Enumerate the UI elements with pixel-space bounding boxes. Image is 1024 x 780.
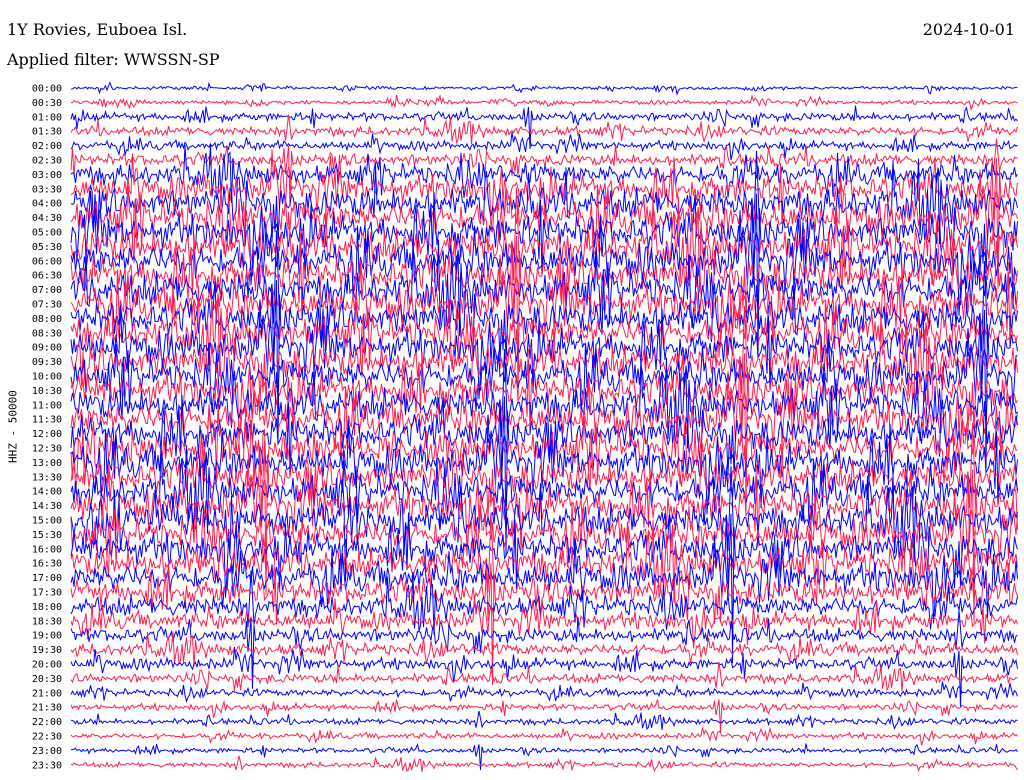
trace-2000 [70,647,1018,707]
row-label: 06:30 [32,271,62,282]
row-label: 15:30 [32,530,62,541]
filter-label: Applied filter: WWSSN-SP [7,50,220,69]
trace-0000 [70,81,1018,97]
row-label: 19:30 [32,645,62,656]
station-title: 1Y Rovies, Euboea Isl. [7,20,188,39]
row-labels: 00:00 00:30 01:00 01:30 02:00 02:30 03:00 03:30… [32,84,62,772]
row-label: 15:00 [32,516,62,527]
row-label: 10:30 [32,386,62,397]
row-label: 17:30 [32,588,62,599]
trace-2100 [70,681,1018,703]
date-label: 2024-10-01 [922,20,1015,39]
row-label: 08:30 [32,328,62,339]
row-label: 13:00 [32,458,62,469]
trace-2130 [70,699,1018,733]
trace-0030 [70,94,1018,111]
row-label: 06:00 [32,256,62,267]
helicorder-plot: 00:00 00:30 01:00 01:30 02:00 02:30 03:00 03:30… [32,81,1018,773]
row-label: 20:00 [32,660,62,671]
trace-2300 [71,742,1018,771]
row-label: 11:30 [32,415,62,426]
row-label: 21:00 [32,688,62,699]
row-label: 04:00 [32,199,62,210]
row-label: 01:00 [32,112,62,123]
trace-0830 [70,285,1018,377]
row-label: 12:30 [32,444,62,455]
row-label: 23:00 [32,746,62,757]
row-label: 07:30 [32,300,62,311]
row-label: 23:30 [32,760,62,771]
row-label: 21:30 [32,703,62,714]
row-label: 08:00 [32,314,62,325]
row-label: 16:00 [32,544,62,555]
row-label: 22:00 [32,717,62,728]
row-label: 14:00 [32,487,62,498]
row-label: 20:30 [32,674,62,685]
row-label: 05:30 [32,242,62,253]
trace-0130 [70,114,1018,145]
trace-0100 [70,105,1018,150]
trace-0200 [70,132,1018,161]
row-label: 13:30 [32,472,62,483]
row-label: 18:00 [32,602,62,613]
row-label: 00:00 [32,84,62,95]
row-label: 17:00 [32,573,62,584]
row-label: 09:30 [32,357,62,368]
row-label: 03:30 [32,184,62,195]
row-label: 12:00 [32,429,62,440]
row-label: 18:30 [32,616,62,627]
row-label: 16:30 [32,559,62,570]
row-label: 00:30 [32,98,62,109]
row-label: 03:00 [32,170,62,181]
row-label: 11:00 [32,400,62,411]
row-label: 09:00 [32,343,62,354]
row-label: 14:30 [32,501,62,512]
row-label: 01:30 [32,127,62,138]
row-label: 19:00 [32,631,62,642]
trace-2330 [70,755,1018,773]
row-label: 05:00 [32,228,62,239]
trace-2230 [70,726,1018,746]
row-label: 02:00 [32,141,62,152]
row-label: 02:30 [32,156,62,167]
y-axis-label: HHZ - 50000 [6,390,20,463]
row-label: 04:30 [32,213,62,224]
row-label: 22:30 [32,732,62,743]
seismic-traces [70,81,1018,773]
row-label: 07:00 [32,285,62,296]
row-label: 10:00 [32,372,62,383]
